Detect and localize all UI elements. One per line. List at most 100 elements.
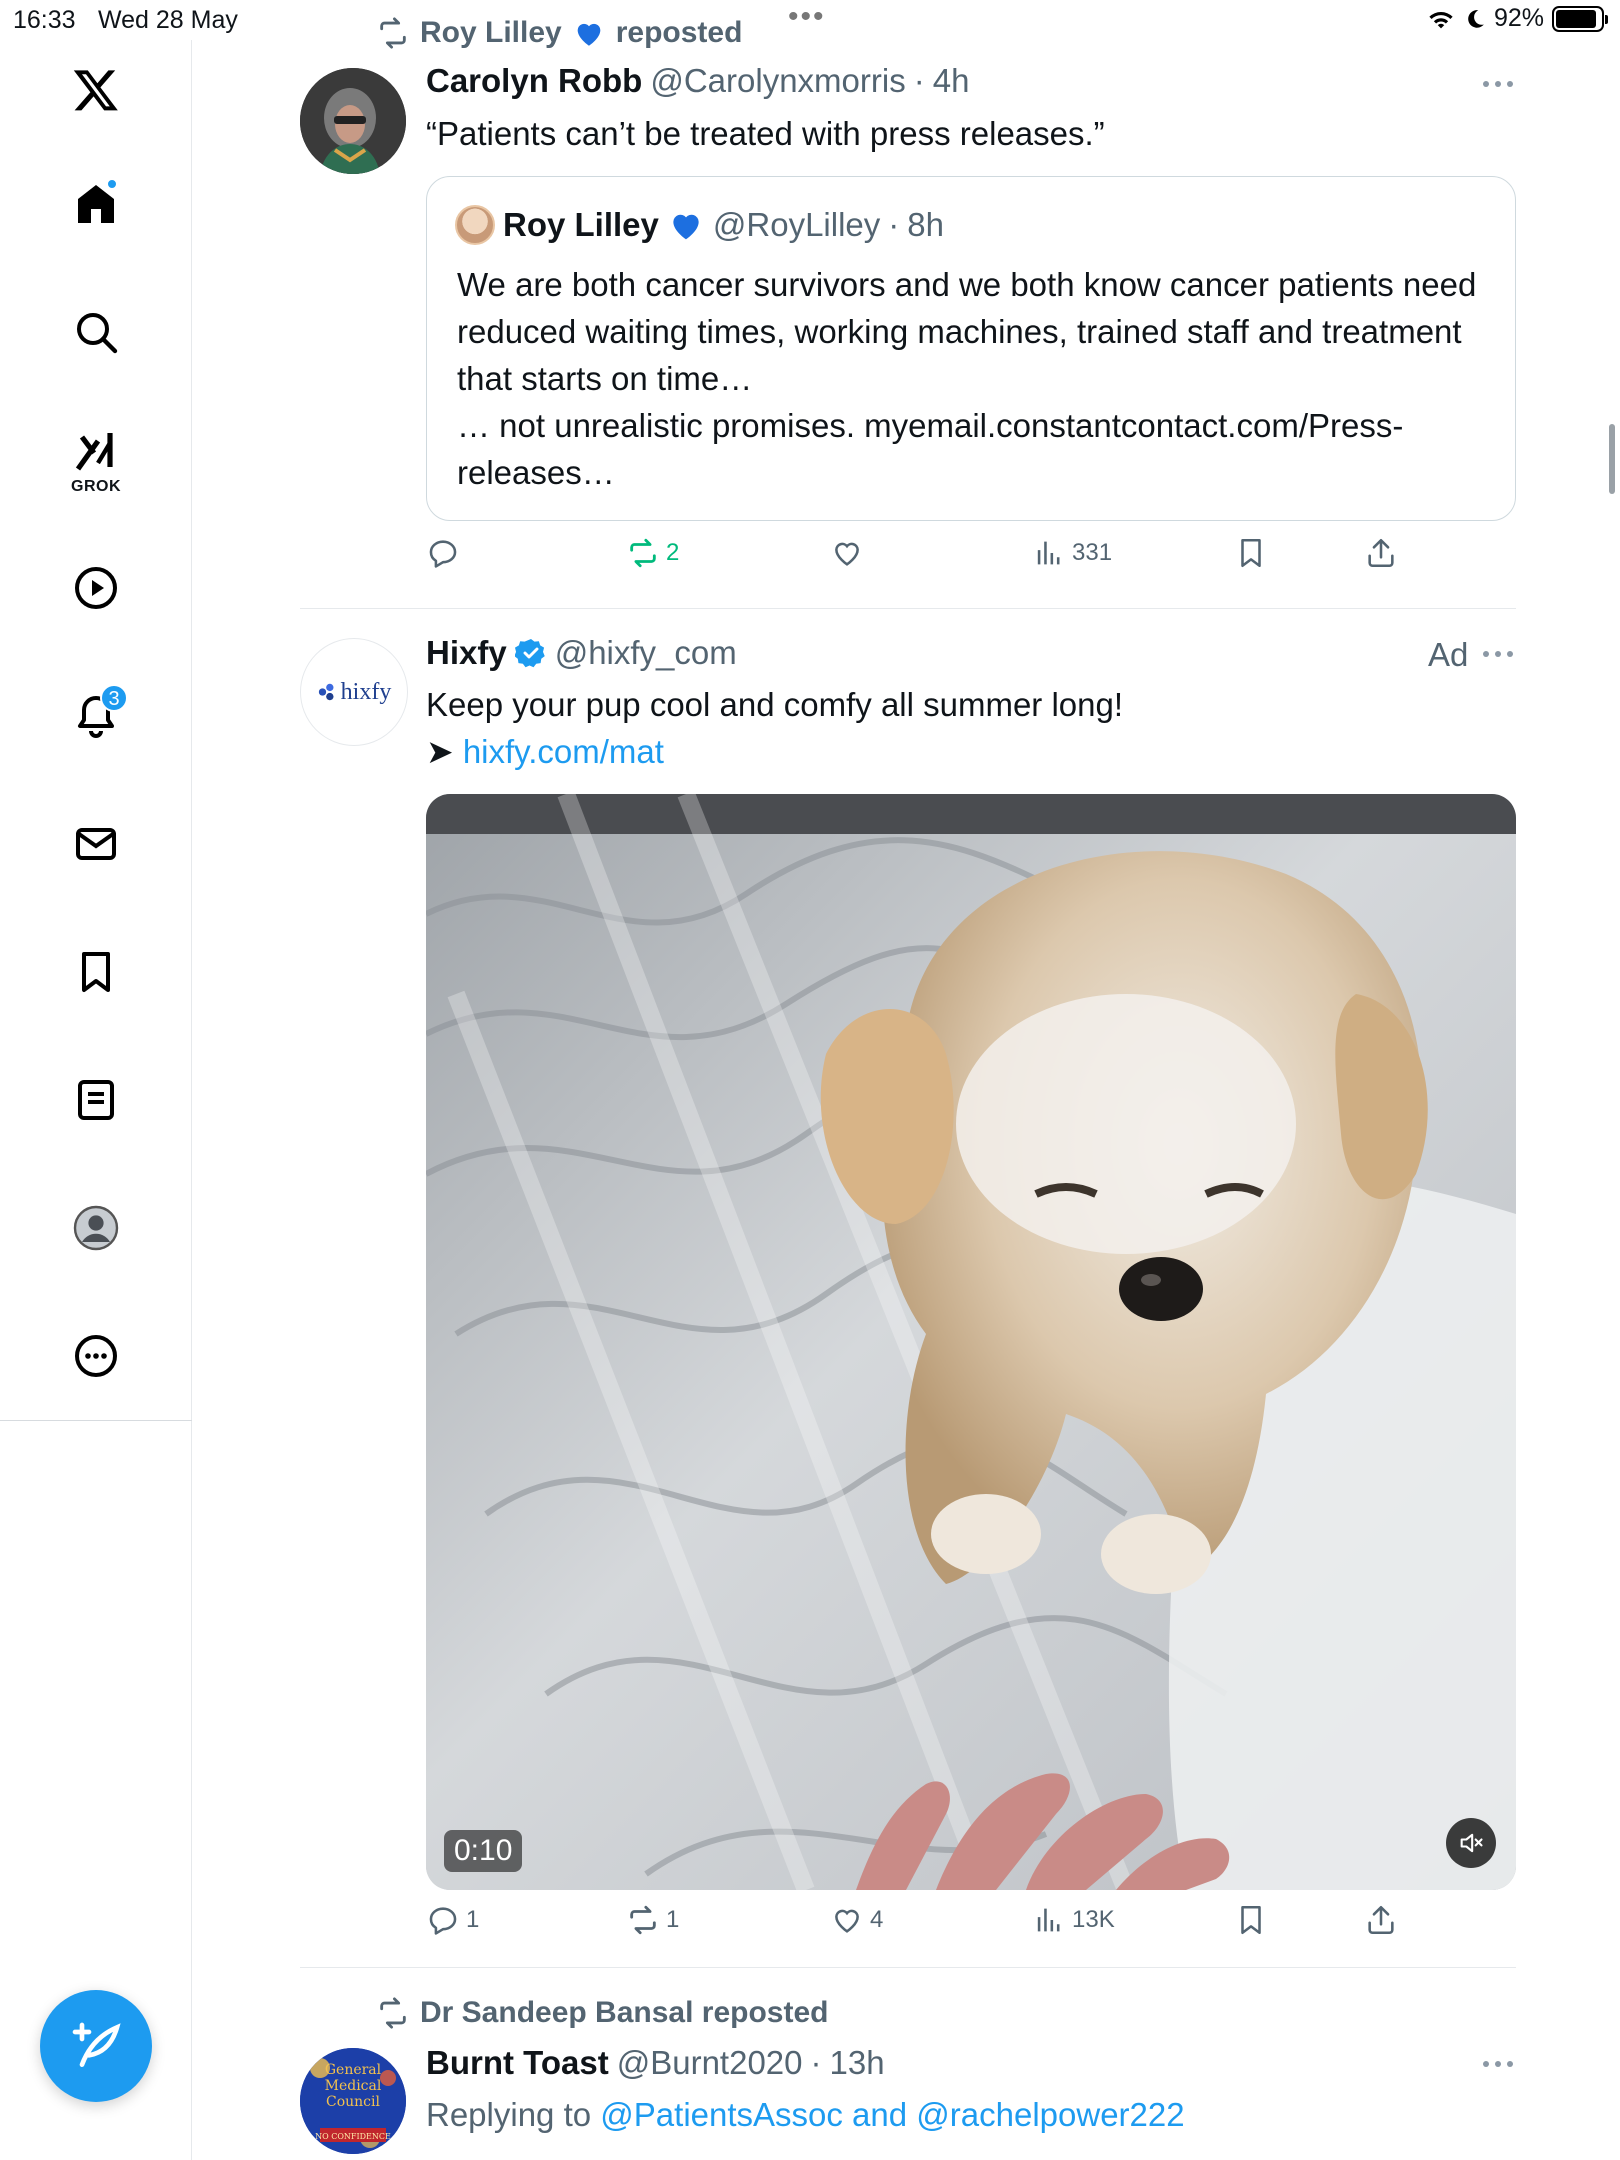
tweet-divider — [300, 1967, 1516, 1968]
avatar-carolyn[interactable] — [300, 68, 406, 174]
quote-author-name: Roy Lilley — [503, 206, 659, 243]
views-button[interactable]: 331 — [1032, 536, 1112, 570]
battery-icon — [1552, 5, 1608, 32]
heart-icon — [835, 1909, 859, 1933]
repost-suffix: reposted — [615, 16, 743, 49]
ad-label: Ad — [1428, 636, 1469, 673]
tweet-time[interactable]: 4h — [933, 62, 970, 100]
status-time: 16:33 — [13, 6, 76, 34]
tweet-header: Hixfy @hixfy_com — [426, 634, 737, 672]
avatar-lettering: NO CONFIDENCE — [315, 2132, 391, 2141]
replying-to-handles[interactable]: @PatientsAssoc and @rachelpower222 — [600, 2096, 1184, 2133]
replying-prefix: Replying to — [426, 2096, 592, 2133]
reposter-name[interactable]: Roy Lilley — [420, 16, 562, 50]
repost-button[interactable]: 2 — [626, 536, 679, 570]
gmc-no-confidence-avatar-art: GeneralMedicalCouncil NO CONFIDENCE — [300, 2048, 406, 2154]
x-logo-icon[interactable] — [56, 50, 136, 130]
author-name[interactable]: Carolyn Robb — [426, 62, 642, 100]
quote-author-handle: @RoyLilley — [712, 206, 881, 243]
avatar-lettering: General — [325, 2062, 382, 2078]
blue-heart-icon — [673, 214, 699, 240]
avatar-hixfy[interactable]: hixfy — [300, 638, 408, 746]
more-dots-icon[interactable] — [1480, 78, 1516, 90]
author-handle[interactable]: @Carolynxmorris — [650, 62, 905, 100]
author-name[interactable]: Hixfy — [426, 634, 507, 672]
tweet-header: Carolyn Robb @Carolynxmorris · 4h — [426, 62, 969, 100]
repost-icon — [380, 17, 406, 49]
dot-separator: · — [810, 2044, 822, 2081]
quote-text: We are both cancer survivors and we both… — [457, 261, 1497, 496]
status-right: 92% — [1426, 4, 1608, 33]
author-name[interactable]: Burnt Toast — [426, 2044, 609, 2082]
home-icon[interactable] — [56, 164, 136, 244]
status-date: Wed 28 May — [98, 6, 238, 34]
mute-button[interactable] — [1446, 1818, 1496, 1868]
more-options-icon[interactable] — [56, 1316, 136, 1396]
home-unread-dot — [106, 178, 118, 190]
bookmark-icon — [1241, 1905, 1261, 1935]
tweet-header: Burnt Toast @Burnt2020 · 13h — [426, 2044, 885, 2082]
search-icon[interactable] — [56, 292, 136, 372]
share-button[interactable] — [1364, 536, 1398, 570]
repost-count: 2 — [666, 539, 680, 566]
bookmark-button[interactable] — [1234, 1903, 1268, 1937]
moon-icon — [1468, 9, 1484, 28]
quote-time: 8h — [907, 206, 944, 243]
tweet-divider — [300, 608, 1516, 609]
more-dots-icon[interactable] — [1480, 2058, 1516, 2070]
reply-button[interactable]: 1 — [426, 1903, 479, 1937]
dot-separator: · — [913, 62, 925, 99]
reply-icon — [429, 540, 457, 568]
tweet-actions: 1 1 4 13K — [426, 1903, 1516, 1953]
reply-button[interactable] — [426, 536, 460, 570]
arrow-glyph: ➤ — [426, 733, 454, 770]
bookmarks-icon[interactable] — [56, 932, 136, 1012]
bookmark-button[interactable] — [1234, 536, 1268, 570]
author-handle[interactable]: @Burnt2020 — [617, 2044, 803, 2082]
author-handle[interactable]: @hixfy_com — [555, 634, 737, 672]
grok-icon[interactable]: GROK — [56, 420, 136, 500]
share-button[interactable] — [1364, 1903, 1398, 1937]
avatar-burnt-toast[interactable]: General Medical Council NO CONFIDENCE — [300, 2048, 406, 2154]
grok-label: GROK — [71, 478, 121, 495]
tweet-time[interactable]: 13h — [830, 2044, 885, 2082]
views-button[interactable]: 13K — [1032, 1903, 1115, 1937]
tweet-actions: 2 331 — [426, 536, 1516, 586]
ad-link-line: ➤ hixfy.com/mat — [426, 728, 1516, 775]
multitasking-dots-icon[interactable]: ••• — [788, 0, 826, 34]
profile-avatar-icon[interactable] — [56, 1188, 136, 1268]
views-chart-icon — [1037, 541, 1060, 565]
views-count: 13K — [1072, 1906, 1115, 1933]
repost-icon — [630, 1905, 656, 1935]
avatar-lettering: Council — [326, 2094, 380, 2110]
sidebar: GROK 3 — [0, 40, 192, 2160]
sidebar-divider — [0, 1420, 192, 1421]
battery-percent: 92% — [1493, 4, 1544, 32]
share-icon — [1368, 538, 1394, 568]
views-count: 331 — [1072, 539, 1113, 566]
repost-button[interactable]: 1 — [626, 1903, 679, 1937]
video-player[interactable]: 0:10 — [426, 794, 1516, 1890]
compose-post-button[interactable] — [40, 1990, 152, 2102]
quote-dot-separator: · — [888, 206, 900, 243]
repost-count: 1 — [666, 1906, 680, 1933]
notifications-bell-icon[interactable]: 3 — [56, 676, 136, 756]
repost-icon — [630, 538, 656, 568]
more-dots-icon[interactable] — [1480, 648, 1516, 660]
dog-on-mattress-video-frame — [426, 794, 1516, 1890]
reposter-name[interactable]: Dr Sandeep Bansal reposted — [420, 1996, 828, 2030]
messages-mail-icon[interactable] — [56, 804, 136, 884]
lists-icon[interactable] — [56, 1060, 136, 1140]
quoted-tweet[interactable]: Roy Lilley @RoyLilley · 8h We are both c… — [426, 176, 1516, 521]
like-button[interactable] — [830, 536, 864, 570]
share-icon — [1368, 1905, 1394, 1935]
like-button[interactable]: 4 — [830, 1903, 883, 1937]
hixfy-logo-icon — [318, 683, 334, 701]
status-bar: 16:33 Wed 28 May ••• 92% — [0, 0, 1620, 40]
scrollbar[interactable] — [1609, 424, 1615, 494]
video-play-icon[interactable] — [56, 548, 136, 628]
replying-to: Replying to @PatientsAssoc and @rachelpo… — [426, 2091, 1516, 2138]
ad-link[interactable]: hixfy.com/mat — [463, 733, 664, 770]
reply-count: 1 — [466, 1906, 480, 1933]
social-context-repost: Roy Lilley reposted — [376, 16, 742, 50]
